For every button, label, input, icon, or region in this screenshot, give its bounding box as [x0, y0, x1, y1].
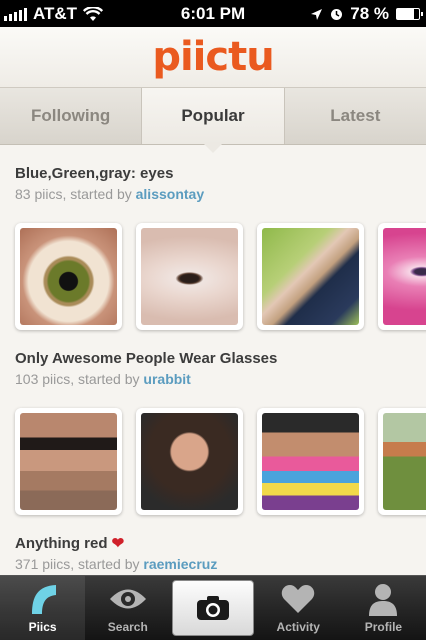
stream-meta: 103 piics, started by urabbit: [15, 370, 426, 388]
photo-thumb[interactable]: [15, 408, 122, 515]
eye-icon: [108, 581, 148, 617]
photo: [262, 413, 359, 510]
bottom-tab-bar: Piics Search Activity Profile: [0, 575, 426, 640]
battery-percent: 78 %: [350, 4, 389, 23]
photo-thumb[interactable]: [378, 408, 426, 515]
stream-meta: 371 piics, started by raemiecruz: [15, 555, 426, 573]
tabbar-profile[interactable]: Profile: [341, 576, 426, 640]
tabbar-search[interactable]: Search: [85, 576, 170, 640]
stream-title-text: Anything red: [15, 535, 108, 552]
heart-icon: [281, 581, 315, 617]
photo-thumb[interactable]: [136, 223, 243, 330]
thumb-strip[interactable]: [15, 408, 426, 515]
photo: [141, 413, 238, 510]
app-header: piictu: [0, 27, 426, 87]
photo: [383, 228, 426, 325]
tabbar-camera[interactable]: [170, 576, 255, 640]
person-icon: [367, 581, 399, 617]
tabbar-label: Activity: [276, 620, 320, 634]
photo-thumb[interactable]: [136, 408, 243, 515]
tabbar-label: Search: [107, 620, 148, 634]
stream-title[interactable]: Anything red ❤: [15, 535, 426, 553]
photo: [262, 228, 359, 325]
stream-meta: 83 piics, started by alissontay: [15, 185, 426, 203]
stream-title[interactable]: Blue,Green,gray: eyes: [15, 165, 426, 183]
tab-latest[interactable]: Latest: [285, 88, 426, 144]
tabbar-label: Piics: [28, 620, 57, 634]
tabbar-piics[interactable]: Piics: [0, 576, 86, 640]
tab-popular[interactable]: Popular: [142, 88, 285, 153]
stream-count: 371 piics, started by: [15, 556, 140, 572]
stream-count: 103 piics, started by: [15, 371, 140, 387]
location-arrow-icon: [311, 8, 323, 20]
piics-icon: [28, 581, 58, 617]
app-logo: piictu: [152, 34, 274, 80]
photo: [141, 228, 238, 325]
photo-thumb[interactable]: [378, 223, 426, 330]
stream-author-link[interactable]: urabbit: [143, 371, 190, 387]
tabbar-label: Profile: [364, 620, 403, 634]
tabbar-activity[interactable]: Activity: [256, 576, 341, 640]
stream-section: Blue,Green,gray: eyes 83 piics, started …: [15, 165, 426, 330]
stream-section: Only Awesome People Wear Glasses 103 pii…: [15, 350, 426, 515]
thumb-strip[interactable]: [15, 223, 426, 330]
photo-thumb[interactable]: [257, 223, 364, 330]
battery-icon: [396, 8, 423, 20]
feed[interactable]: Blue,Green,gray: eyes 83 piics, started …: [0, 145, 426, 575]
photo-thumb[interactable]: [15, 223, 122, 330]
photo-thumb[interactable]: [257, 408, 364, 515]
stream-section: Anything red ❤ 371 piics, started by rae…: [15, 535, 426, 573]
stream-author-link[interactable]: alissontay: [136, 186, 204, 202]
heart-icon: ❤: [111, 535, 125, 552]
tab-following[interactable]: Following: [0, 88, 143, 144]
stream-title[interactable]: Only Awesome People Wear Glasses: [15, 350, 426, 368]
photo: [20, 228, 117, 325]
status-bar: AT&T 6:01 PM 78 %: [0, 0, 426, 27]
stream-count: 83 piics, started by: [15, 186, 132, 202]
photo: [20, 413, 117, 510]
camera-button[interactable]: [172, 580, 254, 636]
alarm-icon: [331, 8, 343, 20]
stream-author-link[interactable]: raemiecruz: [143, 556, 217, 572]
camera-icon: [197, 596, 229, 620]
photo: [383, 413, 426, 510]
feed-tabs: Following Popular Latest: [0, 87, 426, 153]
